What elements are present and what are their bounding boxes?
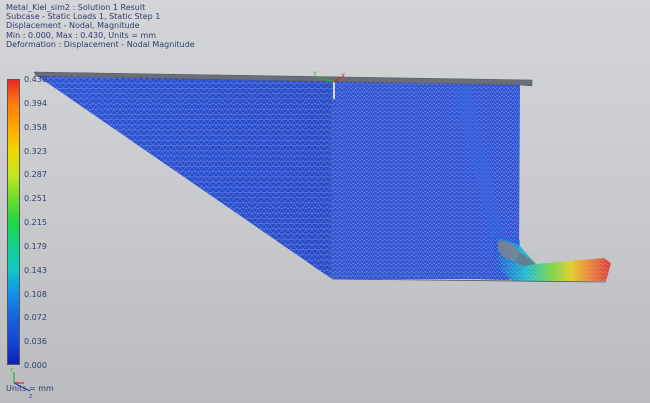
header-subcase: Subcase - Static Loads 1, Static Step 1 — [6, 12, 161, 22]
legend-tick-label: 0.430 — [24, 75, 47, 84]
svg-text:Z: Z — [29, 394, 33, 400]
legend-tick-label: 0.000 — [24, 361, 47, 370]
color-legend-bar — [7, 79, 20, 365]
svg-text:X: X — [341, 73, 345, 80]
legend-tick-label: 0.143 — [24, 265, 47, 275]
legend-tick-label: 0.072 — [24, 313, 47, 323]
keel-model — [33, 71, 611, 283]
legend-tick-label: 0.179 — [24, 241, 47, 251]
model-viewport[interactable]: Y X Y Z — [0, 0, 650, 403]
header-deformation: Deformation : Displacement - Nodal Magni… — [6, 39, 195, 49]
header-title: Metal_Kiel_sim2 : Solution 1 Result — [6, 3, 146, 12]
header-min-max: Min : 0.000, Max : 0.430, Units = mm — [6, 30, 157, 40]
legend-tick-label: 0.323 — [24, 146, 47, 156]
header-result-type: Displacement - Nodal, Magnitude — [6, 21, 140, 31]
svg-text:Y: Y — [312, 71, 317, 78]
units-label: Units = mm — [6, 384, 54, 393]
svg-text:Y: Y — [9, 368, 14, 374]
result-header: Metal_Kiel_sim2 : Solution 1 Result Subc… — [6, 3, 195, 49]
legend-tick-label: 0.394 — [24, 98, 47, 108]
legend-tick-label: 0.358 — [24, 122, 47, 132]
legend-tick-label: 0.251 — [24, 194, 47, 204]
legend-tick-label: 0.287 — [24, 170, 47, 180]
legend-tick-label: 0.108 — [24, 289, 47, 299]
legend-tick-label: 0.215 — [24, 218, 47, 227]
legend-tick-label: 0.036 — [24, 337, 47, 347]
